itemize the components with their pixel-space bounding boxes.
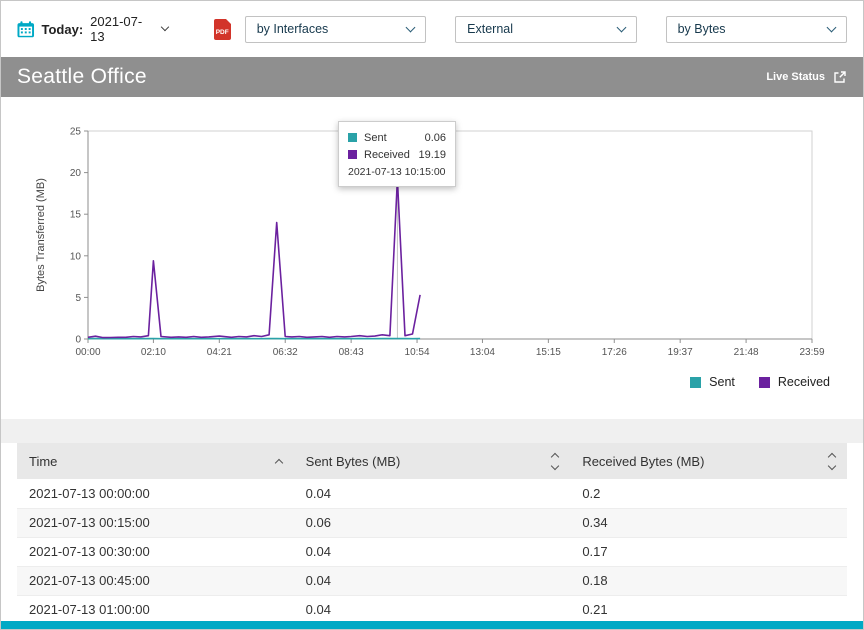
dropdown-value: by Bytes — [678, 22, 726, 36]
svg-text:20: 20 — [70, 168, 82, 179]
chevron-down-icon — [827, 22, 837, 32]
svg-text:19:37: 19:37 — [668, 347, 693, 358]
table-row: 2021-07-13 00:00:000.040.2 — [17, 479, 847, 508]
sort-icon — [552, 454, 558, 469]
svg-text:13:04: 13:04 — [470, 347, 495, 358]
svg-text:04:21: 04:21 — [207, 347, 232, 358]
column-label: Sent Bytes (MB) — [306, 454, 401, 469]
table-cell: 0.04 — [294, 537, 571, 566]
legend-label: Sent — [709, 375, 735, 389]
tooltip-series-name: Sent — [364, 132, 387, 144]
chevron-down-icon — [616, 22, 626, 32]
svg-text:0: 0 — [75, 335, 81, 346]
export-pdf-button[interactable]: PDF — [214, 19, 231, 40]
pdf-icon-label: PDF — [216, 29, 229, 36]
table-cell: 0.06 — [294, 508, 571, 537]
tooltip-series-value: 0.06 — [425, 132, 446, 144]
chart-legend: Sent Received — [32, 375, 832, 389]
dropdown-value: External — [467, 22, 513, 36]
group-by-dropdown[interactable]: by Interfaces — [245, 16, 426, 43]
chart-wrapper: Bytes Transferred (MB) 0 5 10 15 20 25 00:00 02… — [32, 117, 832, 389]
chart-section: Bytes Transferred (MB) 0 5 10 15 20 25 00:00 02… — [1, 97, 863, 419]
metric-dropdown[interactable]: by Bytes — [666, 16, 847, 43]
table-cell: 0.21 — [570, 595, 847, 621]
table-row: 2021-07-13 00:30:000.040.17 — [17, 537, 847, 566]
svg-text:15: 15 — [70, 210, 82, 221]
table-row: 2021-07-13 01:00:000.040.21 — [17, 595, 847, 621]
sent-swatch — [348, 133, 357, 142]
top-toolbar: Today: 2021-07-13 PDF by Interfaces Exte… — [1, 1, 863, 57]
date-selector[interactable]: Today: 2021-07-13 — [17, 14, 168, 44]
sort-asc-icon — [274, 458, 282, 466]
table-cell: 2021-07-13 00:30:00 — [17, 537, 294, 566]
column-header-time[interactable]: Time — [17, 443, 294, 479]
table-cell: 0.18 — [570, 566, 847, 595]
dashboard-page: Today: 2021-07-13 PDF by Interfaces Exte… — [0, 0, 864, 630]
tooltip-timestamp: 2021-07-13 10:15:00 — [348, 166, 446, 178]
table-cell: 0.2 — [570, 479, 847, 508]
title-bar: Seattle Office Live Status — [1, 57, 863, 97]
svg-text:08:43: 08:43 — [339, 347, 364, 358]
svg-text:23:59: 23:59 — [799, 347, 824, 358]
table-header-row: Time Sent Bytes (MB) Received Bytes (MB) — [17, 443, 847, 479]
svg-text:15:15: 15:15 — [536, 347, 561, 358]
tooltip-series-name: Received — [364, 149, 410, 161]
column-header-received-bytes[interactable]: Received Bytes (MB) — [570, 443, 847, 479]
table-cell: 2021-07-13 00:15:00 — [17, 508, 294, 537]
traffic-table-section: Time Sent Bytes (MB) Received Bytes (MB) — [1, 443, 863, 621]
chevron-down-icon — [161, 23, 169, 31]
y-axis-label: Bytes Transferred (MB) — [35, 178, 47, 292]
section-divider — [1, 419, 863, 443]
live-status-label: Live Status — [766, 71, 825, 83]
svg-text:17:26: 17:26 — [602, 347, 627, 358]
column-label: Time — [29, 454, 57, 469]
table-cell: 0.04 — [294, 566, 571, 595]
interface-filter-dropdown[interactable]: External — [455, 16, 636, 43]
svg-text:21:48: 21:48 — [734, 347, 759, 358]
column-label: Received Bytes (MB) — [582, 454, 704, 469]
chart-tooltip: Sent 0.06 Received 19.19 2021-07-13 10:1… — [338, 121, 456, 187]
bottom-accent-bar — [1, 621, 863, 629]
column-header-sent-bytes[interactable]: Sent Bytes (MB) — [294, 443, 571, 479]
svg-text:10:54: 10:54 — [405, 347, 430, 358]
svg-text:10: 10 — [70, 251, 82, 262]
table-cell: 2021-07-13 00:45:00 — [17, 566, 294, 595]
date-label: Today: — [42, 22, 84, 37]
traffic-table: Time Sent Bytes (MB) Received Bytes (MB) — [17, 443, 847, 621]
svg-text:00:00: 00:00 — [75, 347, 100, 358]
table-row: 2021-07-13 00:15:000.060.34 — [17, 508, 847, 537]
live-status-link[interactable]: Live Status — [766, 70, 847, 84]
external-link-icon — [833, 70, 847, 84]
table-cell: 0.04 — [294, 479, 571, 508]
table-cell: 0.17 — [570, 537, 847, 566]
svg-text:5: 5 — [75, 293, 81, 304]
calendar-icon — [17, 21, 35, 38]
table-cell: 0.34 — [570, 508, 847, 537]
sort-icon — [829, 454, 835, 469]
received-swatch — [348, 150, 357, 159]
table-row: 2021-07-13 00:45:000.040.18 — [17, 566, 847, 595]
tooltip-row: Sent 0.06 — [348, 129, 446, 146]
table-cell: 0.04 — [294, 595, 571, 621]
traffic-table-body: 2021-07-13 00:00:000.040.22021-07-13 00:… — [17, 479, 847, 621]
table-cell: 2021-07-13 00:00:00 — [17, 479, 294, 508]
svg-text:06:32: 06:32 — [273, 347, 298, 358]
legend-label: Received — [778, 375, 830, 389]
table-cell: 2021-07-13 01:00:00 — [17, 595, 294, 621]
sent-swatch — [690, 377, 701, 388]
legend-item-received[interactable]: Received — [759, 375, 830, 389]
date-value: 2021-07-13 — [90, 14, 155, 44]
svg-text:02:10: 02:10 — [141, 347, 166, 358]
chevron-down-icon — [406, 22, 416, 32]
dropdown-value: by Interfaces — [257, 22, 329, 36]
page-title: Seattle Office — [17, 65, 147, 89]
tooltip-row: Received 19.19 — [348, 146, 446, 163]
tooltip-series-value: 19.19 — [418, 149, 446, 161]
svg-text:25: 25 — [70, 127, 82, 138]
received-swatch — [759, 377, 770, 388]
legend-item-sent[interactable]: Sent — [690, 375, 735, 389]
